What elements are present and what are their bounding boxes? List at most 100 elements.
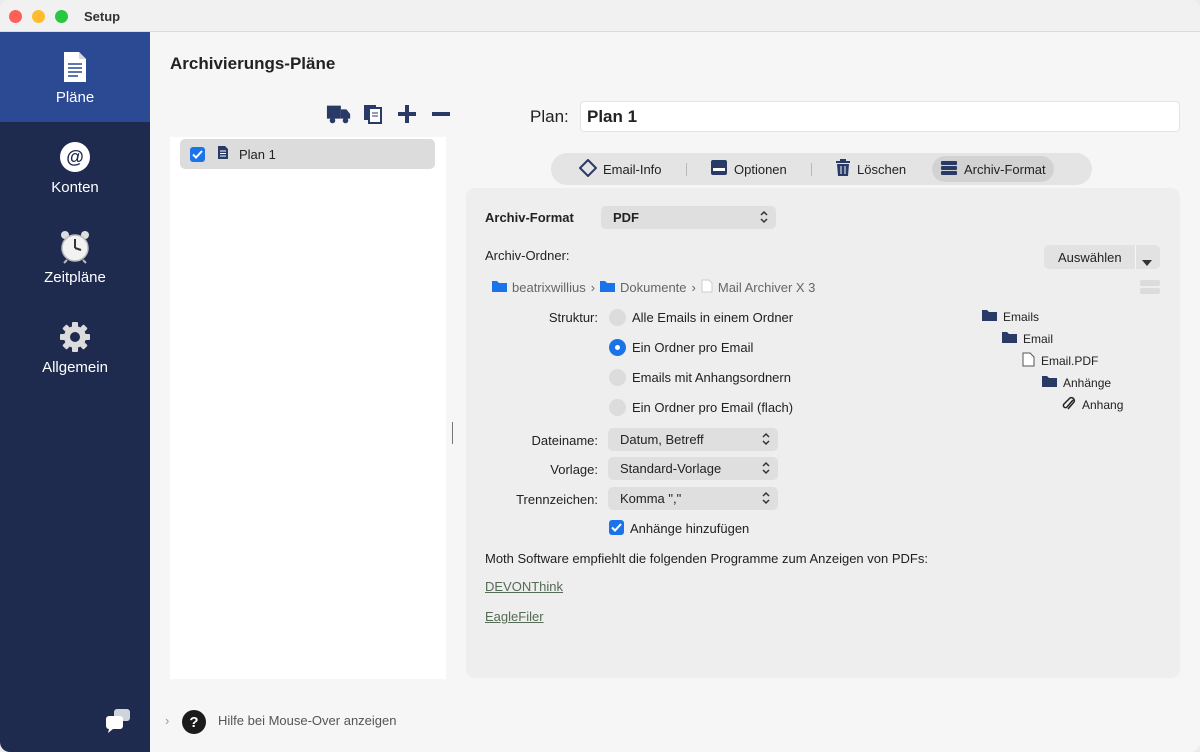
folder-path-breadcrumb: beatrixwillius › Dokumente › Mail Archiv… <box>492 279 815 296</box>
tab-loeschen[interactable]: Löschen <box>827 156 914 182</box>
trash-icon <box>835 158 851 180</box>
filename-label: Dateiname: <box>531 433 598 448</box>
split-view-handle[interactable] <box>452 422 453 444</box>
file-icon <box>701 279 713 296</box>
structure-option-label: Ein Ordner pro Email <box>632 340 754 355</box>
paperclip-icon <box>1062 396 1076 414</box>
sidebar-item-zeitplaene[interactable]: Zeitpläne <box>0 212 150 302</box>
help-icon[interactable]: ? <box>182 710 206 734</box>
document-icon <box>57 49 93 85</box>
tree-row: Email <box>1002 331 1053 346</box>
sidebar-item-label: Zeitpläne <box>44 268 106 286</box>
stack-icon-faded <box>1140 280 1160 297</box>
choose-folder-button[interactable]: Auswählen <box>1044 245 1160 269</box>
choose-folder-label: Auswählen <box>1058 250 1122 265</box>
file-icon <box>1022 352 1035 370</box>
separator-select[interactable]: Komma "," <box>608 487 778 510</box>
tab-divider <box>811 163 812 176</box>
plan-list-item[interactable]: Plan 1 <box>180 139 435 169</box>
svg-text:@: @ <box>66 147 84 167</box>
plan-document-icon <box>217 145 229 163</box>
setup-window: Setup Pläne @ Konten Zeitpläne Allgemein <box>0 0 1200 752</box>
sidebar-item-label: Allgemein <box>42 358 108 376</box>
main-content: Archivierungs-Pläne Plan 1 Plan: Plan 1 … <box>150 32 1200 752</box>
minimize-window-button[interactable] <box>32 10 45 23</box>
path-segment[interactable]: Dokumente <box>620 280 686 295</box>
template-select[interactable]: Standard-Vorlage <box>608 457 778 480</box>
dropdown-triangle-icon[interactable] <box>1142 254 1152 269</box>
tab-optionen[interactable]: Optionen <box>702 156 795 182</box>
alarm-clock-icon <box>57 229 93 265</box>
truck-icon[interactable] <box>326 102 352 126</box>
tab-email-info[interactable]: Email-Info <box>571 156 670 182</box>
help-mouseover-label[interactable]: Hilfe bei Mouse-Over anzeigen <box>218 713 396 728</box>
tree-row: Emails <box>982 309 1039 324</box>
filename-select[interactable]: Datum, Betreff <box>608 428 778 451</box>
chevron-right-icon: › <box>691 280 696 295</box>
stack-icon <box>940 160 958 179</box>
path-segment[interactable]: Mail Archiver X 3 <box>718 280 816 295</box>
structure-option-label: Alle Emails in einem Ordner <box>632 310 794 325</box>
updown-chevron-icon <box>762 432 770 449</box>
structure-option-label: Emails mit Anhangsordnern <box>632 370 791 385</box>
archive-folder-label: Archiv-Ordner: <box>485 248 570 263</box>
plan-list-item-label: Plan 1 <box>239 146 276 162</box>
plan-list: Plan 1 <box>170 137 446 679</box>
at-icon: @ <box>57 139 93 175</box>
tree-row: Anhänge <box>1042 375 1111 390</box>
remove-plan-icon[interactable] <box>428 102 454 126</box>
archive-format-value: PDF <box>613 210 639 225</box>
structure-preview-tree: Emails Email Email.PDF Anhänge Anhang <box>982 307 1172 417</box>
drive-icon <box>710 159 728 179</box>
folder-icon <box>600 280 616 295</box>
tab-label: Löschen <box>857 161 907 177</box>
window-title: Setup <box>84 9 121 24</box>
title-bar: Setup <box>0 0 1200 32</box>
plan-name-label: Plan: <box>530 107 569 126</box>
archive-format-select[interactable]: PDF <box>601 206 776 229</box>
sidebar-item-label: Pläne <box>55 88 95 106</box>
tab-label: Optionen <box>734 161 787 177</box>
attachments-label: Anhänge hinzufügen <box>630 521 750 536</box>
updown-chevron-icon <box>762 461 770 478</box>
filename-value: Datum, Betreff <box>620 432 704 447</box>
structure-radio-folder-per-email[interactable] <box>609 339 626 356</box>
chat-bubbles-icon[interactable] <box>104 708 132 734</box>
structure-option-label: Ein Ordner pro Email (flach) <box>632 400 794 415</box>
sidebar-item-plaene[interactable]: Pläne <box>0 32 150 122</box>
sidebar: Pläne @ Konten Zeitpläne Allgemein <box>0 32 150 752</box>
tree-label: Emails <box>1003 309 1040 324</box>
separator-value: Komma "," <box>620 491 682 506</box>
devonthink-link[interactable]: DEVONThink <box>485 579 563 594</box>
plan-name-field[interactable]: Plan 1 <box>580 101 1180 132</box>
close-window-button[interactable] <box>9 10 22 23</box>
sidebar-item-allgemein[interactable]: Allgemein <box>0 302 150 392</box>
structure-radio-all-in-one[interactable] <box>609 309 626 326</box>
separator-label: Trennzeichen: <box>516 492 598 507</box>
duplicate-icon[interactable] <box>360 102 386 126</box>
tab-divider <box>686 163 687 176</box>
tree-row: Email.PDF <box>1022 352 1098 370</box>
structure-radio-flat[interactable] <box>609 399 626 416</box>
segmented-tab-bar: Email-Info Optionen Löschen Archiv-Forma… <box>551 153 1092 185</box>
diamond-icon <box>578 158 598 180</box>
sidebar-item-label: Konten <box>51 178 99 196</box>
attachments-checkbox[interactable] <box>609 520 624 535</box>
plan-enabled-checkbox[interactable] <box>190 146 205 162</box>
tab-archiv-format[interactable]: Archiv-Format <box>932 156 1054 182</box>
folder-icon <box>1002 331 1017 346</box>
tree-row: Anhang <box>1062 396 1123 414</box>
updown-chevron-icon <box>760 210 768 227</box>
path-segment[interactable]: beatrixwillius <box>512 280 586 295</box>
zoom-window-button[interactable] <box>55 10 68 23</box>
structure-label: Struktur: <box>548 310 598 325</box>
plan-toolbar <box>326 102 454 126</box>
template-value: Standard-Vorlage <box>620 461 722 476</box>
archive-format-label: Archiv-Format <box>485 210 574 225</box>
sidebar-item-konten[interactable]: @ Konten <box>0 122 150 212</box>
add-plan-icon[interactable] <box>394 102 420 126</box>
structure-radio-attachment-folders[interactable] <box>609 369 626 386</box>
eaglefiler-link[interactable]: EagleFiler <box>485 609 544 624</box>
archive-format-panel: Archiv-Format PDF Archiv-Ordner: Auswähl… <box>466 188 1180 678</box>
disclosure-chevron-icon[interactable]: › <box>165 713 169 728</box>
